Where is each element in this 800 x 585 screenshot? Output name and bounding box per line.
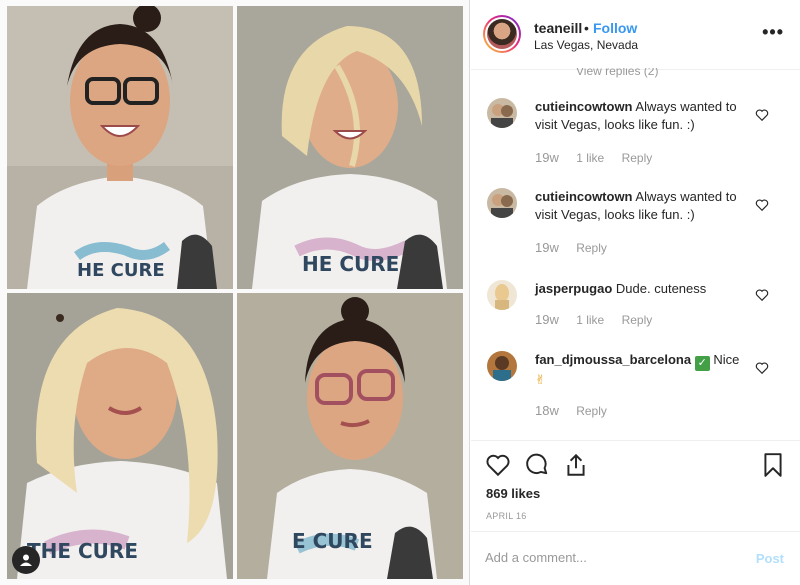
commenter-avatar[interactable] — [487, 98, 517, 128]
reply-button[interactable]: Reply — [622, 313, 653, 327]
post-date[interactable]: APRIL 16 — [486, 511, 527, 521]
heart-icon[interactable] — [755, 198, 769, 212]
commenter-avatar[interactable] — [487, 188, 517, 218]
reply-button[interactable]: Reply — [622, 151, 653, 165]
comment-text: cutieincowtown Always wanted to visit Ve… — [535, 188, 755, 224]
svg-text:HE CURE: HE CURE — [302, 252, 399, 276]
post-details-panel: teaneill • Follow Las Vegas, Nevada ••• … — [471, 0, 800, 585]
post-actions: 869 likes APRIL 16 — [471, 440, 800, 530]
post-header: teaneill • Follow Las Vegas, Nevada ••• — [471, 0, 800, 70]
svg-text:HE CURE: HE CURE — [77, 260, 165, 281]
comment-likes[interactable]: 1 like — [576, 313, 604, 327]
comment-time[interactable]: 19w — [535, 240, 559, 255]
comment-emoji: ✌ — [535, 372, 546, 387]
user-tag-button[interactable] — [12, 546, 40, 574]
reply-button[interactable]: Reply — [576, 404, 607, 418]
post-comment-button[interactable]: Post — [756, 551, 784, 566]
more-options-icon[interactable]: ••• — [762, 22, 784, 43]
photo-tile-3: THE CURE — [7, 293, 233, 579]
author-avatar[interactable] — [483, 15, 521, 53]
commenter-username[interactable]: fan_djmoussa_barcelona — [535, 352, 691, 367]
bookmark-icon[interactable] — [760, 452, 786, 478]
post-location[interactable]: Las Vegas, Nevada — [534, 38, 638, 52]
add-comment-input[interactable] — [485, 550, 735, 565]
photo-tile-2: HE CURE — [237, 6, 463, 289]
comment-text: cutieincowtown Always wanted to visit Ve… — [535, 98, 755, 134]
check-mark-icon: ✓ — [694, 356, 710, 371]
commenter-avatar[interactable] — [487, 351, 517, 381]
comment-meta: 19w Reply — [535, 240, 621, 255]
photo-tile-4: E CURE — [237, 293, 463, 579]
comment-time[interactable]: 19w — [535, 150, 559, 165]
comment-time[interactable]: 19w — [535, 312, 559, 327]
heart-icon[interactable] — [485, 452, 511, 478]
user-tag-icon — [20, 554, 32, 566]
heart-icon[interactable] — [755, 288, 769, 302]
comment-text: fan_djmoussa_barcelona ✓ Nice ✌ — [535, 351, 755, 389]
heart-icon[interactable] — [755, 361, 769, 375]
comment-body: Nice — [713, 352, 740, 367]
commenter-username[interactable]: jasperpugao — [535, 281, 612, 296]
post-photo-collage[interactable]: HE CURE HE CURE THE CURE E CURE — [0, 0, 470, 585]
author-username[interactable]: teaneill — [534, 20, 582, 36]
comment-meta: 18w Reply — [535, 403, 621, 418]
reply-button[interactable]: Reply — [576, 241, 607, 255]
follow-button[interactable]: Follow — [593, 20, 637, 36]
likes-count[interactable]: 869 likes — [486, 486, 540, 501]
comment-time[interactable]: 18w — [535, 403, 559, 418]
heart-icon[interactable] — [755, 108, 769, 122]
header-separator: • — [584, 20, 589, 36]
comment-icon[interactable] — [524, 452, 550, 478]
share-icon[interactable] — [563, 452, 589, 478]
commenter-username[interactable]: cutieincowtown — [535, 189, 633, 204]
svg-text:THE CURE: THE CURE — [27, 539, 138, 563]
comment-body: Dude. cuteness — [615, 281, 707, 296]
commenter-username[interactable]: cutieincowtown — [535, 99, 633, 114]
comment-likes[interactable]: 1 like — [576, 151, 604, 165]
comment-meta: 19w 1 like Reply — [535, 312, 666, 327]
comment-text: jasperpugao Dude. cuteness — [535, 280, 755, 298]
commenter-avatar[interactable] — [487, 280, 517, 310]
svg-text:E CURE: E CURE — [292, 529, 373, 553]
photo-tile-1: HE CURE — [7, 6, 233, 289]
comment-meta: 19w 1 like Reply — [535, 150, 666, 165]
add-comment-bar: Post — [471, 531, 800, 585]
